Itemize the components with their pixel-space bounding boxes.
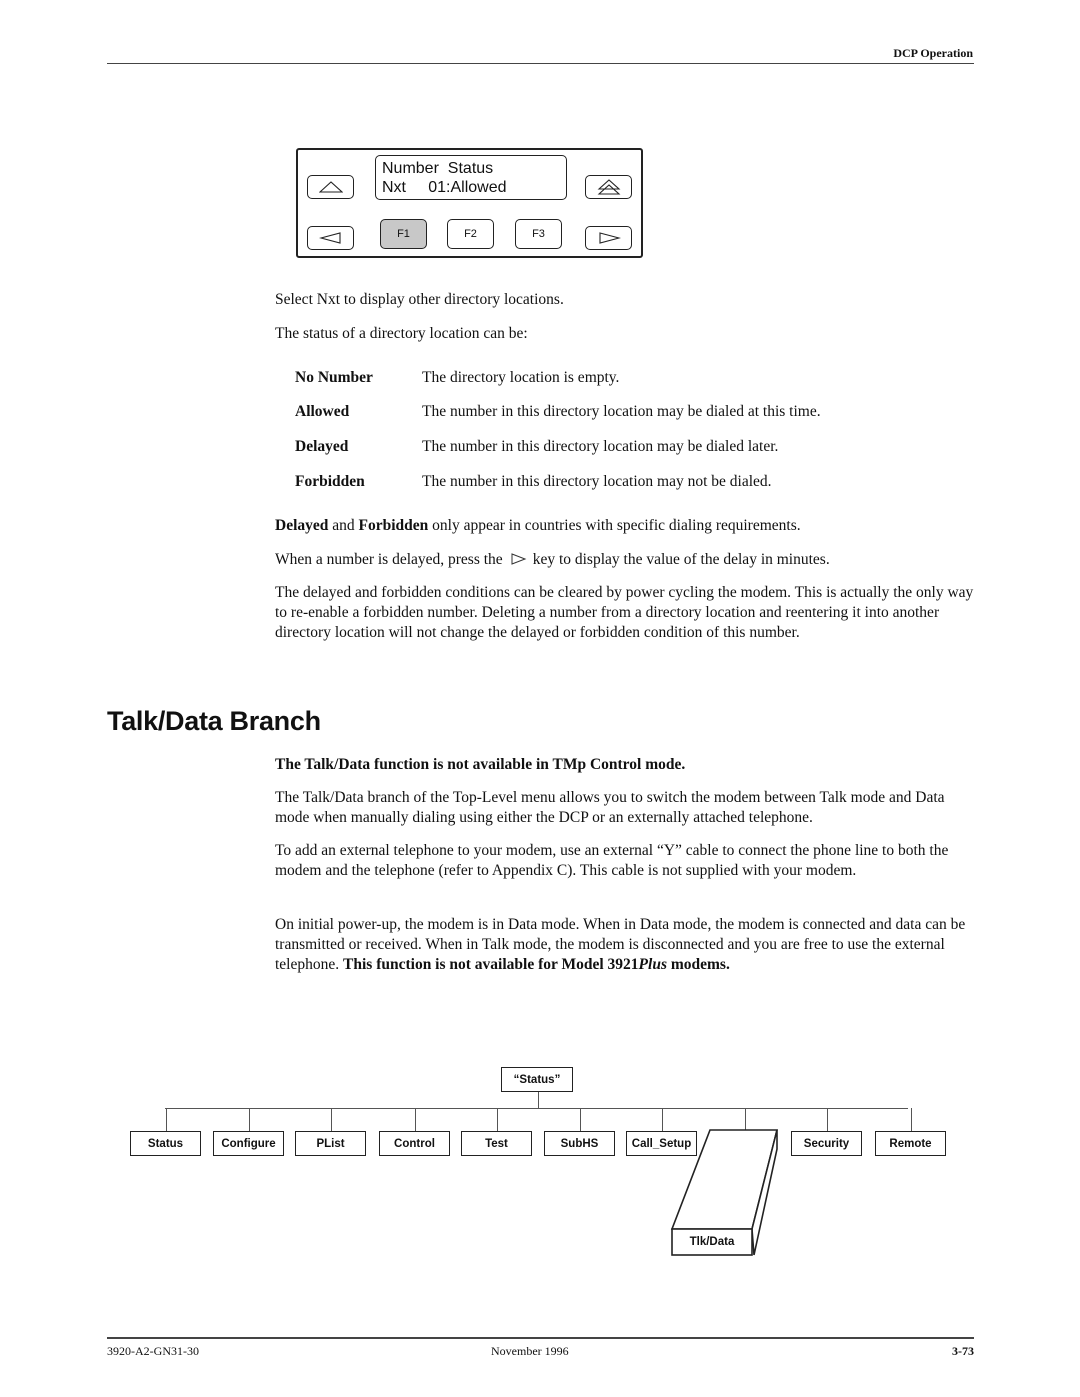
para3-bold-end: modems. bbox=[666, 956, 730, 973]
term-no-number: No Number bbox=[295, 369, 373, 386]
up-arrow-button[interactable] bbox=[307, 175, 354, 199]
tree-node-control: Control bbox=[379, 1131, 450, 1156]
tree-node-security: Security bbox=[791, 1131, 862, 1156]
header-rule bbox=[107, 63, 974, 64]
desc-forbidden: The number in this directory location ma… bbox=[422, 473, 772, 490]
tree-root-connector bbox=[538, 1092, 540, 1108]
tree-connector bbox=[826, 1108, 828, 1131]
section-para-1: The Talk/Data branch of the Top-Level me… bbox=[275, 789, 945, 826]
running-header: DCP Operation bbox=[893, 46, 973, 60]
lcd-display: Number Status Nxt 01:Allowed bbox=[375, 155, 567, 200]
footer-date: November 1996 bbox=[491, 1344, 569, 1358]
left-arrow-button[interactable] bbox=[307, 226, 354, 250]
note-bold-forbidden: Forbidden bbox=[358, 517, 429, 534]
left-arrow-icon bbox=[318, 232, 341, 244]
footer-doc-number: 3920-A2-GN31-30 bbox=[107, 1344, 199, 1358]
tree-node-plist: PList bbox=[295, 1131, 366, 1156]
para-clear-conditions: The delayed and forbidden conditions can… bbox=[275, 584, 974, 641]
top-level-button[interactable] bbox=[585, 175, 632, 199]
note-delay-after: key to display the value of the delay in… bbox=[532, 551, 830, 568]
tree-node-subhs: SubHS bbox=[544, 1131, 615, 1156]
lcd-line-2: Nxt 01:Allowed bbox=[382, 179, 507, 196]
note-delay-before: When a number is delayed, press the bbox=[275, 551, 503, 568]
tree-horizontal-bus bbox=[165, 1108, 908, 1110]
tree-node-configure: Configure bbox=[213, 1131, 284, 1156]
term-forbidden: Forbidden bbox=[295, 473, 365, 490]
tree-connector bbox=[910, 1108, 912, 1131]
tree-connector bbox=[330, 1108, 332, 1131]
tree-connector bbox=[165, 1108, 167, 1131]
f2-key[interactable]: F2 bbox=[447, 219, 494, 249]
note-delayed-forbidden: Delayed and Forbidden only appear in cou… bbox=[275, 516, 801, 536]
right-arrow-button[interactable] bbox=[585, 226, 632, 250]
section-warning: The Talk/Data function is not available … bbox=[275, 756, 686, 773]
section-para-2: To add an external telephone to your mod… bbox=[275, 842, 949, 879]
desc-delayed: The number in this directory location ma… bbox=[422, 438, 779, 455]
note-delay-key: When a number is delayed, press the key t… bbox=[275, 550, 830, 570]
tree-node-tlk-data: Tlk/Data bbox=[689, 1236, 735, 1248]
intro-line-1: Select Nxt to display other directory lo… bbox=[275, 291, 564, 308]
footer-page-number: 3-73 bbox=[952, 1344, 974, 1358]
desc-no-number: The directory location is empty. bbox=[422, 369, 620, 386]
tree-node-test: Test bbox=[461, 1131, 532, 1156]
para3-bold-italic: Plus bbox=[638, 956, 667, 973]
note-rest: only appear in countries with specific d… bbox=[428, 517, 801, 534]
tree-node-remote: Remote bbox=[875, 1131, 946, 1156]
desc-allowed: The number in this directory location ma… bbox=[422, 403, 821, 420]
tree-connector bbox=[248, 1108, 250, 1131]
tree-connector bbox=[579, 1108, 581, 1131]
footer-rule bbox=[107, 1337, 974, 1339]
intro-line-2: The status of a directory location can b… bbox=[275, 325, 528, 342]
tree-node-status: Status bbox=[130, 1131, 201, 1156]
section-heading: Talk/Data Branch bbox=[107, 706, 321, 736]
right-arrow-key-icon bbox=[511, 553, 527, 565]
section-para-3: On initial power-up, the modem is in Dat… bbox=[275, 915, 977, 975]
tree-connector bbox=[496, 1108, 498, 1131]
top-level-icon bbox=[597, 179, 620, 195]
tree-connector bbox=[414, 1108, 416, 1131]
note-mid: and bbox=[328, 517, 359, 534]
term-delayed: Delayed bbox=[295, 438, 349, 455]
term-allowed: Allowed bbox=[295, 403, 350, 420]
right-arrow-icon bbox=[598, 232, 621, 244]
f1-key[interactable]: F1 bbox=[380, 219, 427, 249]
para3-bold: This function is not available for Model… bbox=[343, 956, 639, 973]
f3-key[interactable]: F3 bbox=[515, 219, 562, 249]
up-arrow-icon bbox=[318, 181, 343, 193]
note-bold-delayed: Delayed bbox=[275, 517, 329, 534]
lcd-line-1: Number Status bbox=[382, 160, 494, 177]
tree-root-status: “Status” bbox=[501, 1067, 573, 1092]
